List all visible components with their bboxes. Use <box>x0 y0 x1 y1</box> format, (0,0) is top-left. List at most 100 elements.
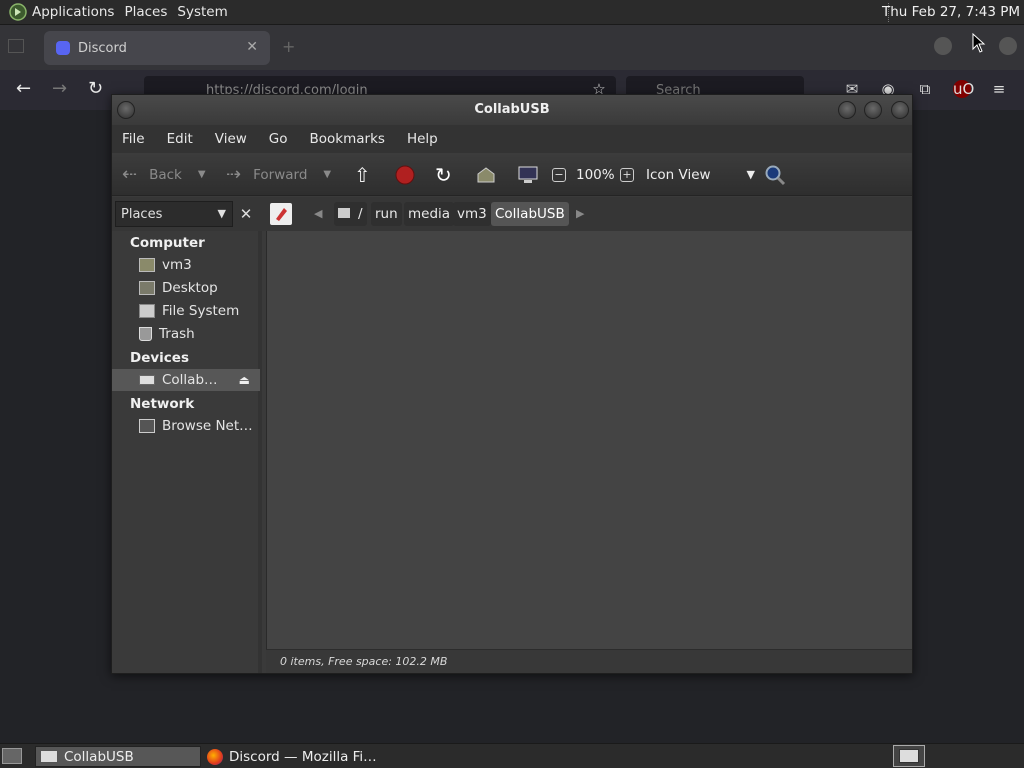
path-scroll-left-icon[interactable]: ◀ <box>314 202 322 226</box>
top-panel: Applications Places System Thu Feb 27, 7… <box>0 0 1024 25</box>
show-desktop-icon[interactable] <box>2 748 22 764</box>
minimize-window-icon[interactable] <box>838 101 856 119</box>
sidebar-heading-computer: Computer <box>130 235 205 251</box>
crumb-vm3[interactable]: vm3 <box>453 202 491 226</box>
sidebar-item-label: Desktop <box>162 280 218 296</box>
reload-icon[interactable]: ↻ <box>88 78 103 99</box>
home-icon[interactable] <box>476 153 496 196</box>
sidebar-item-browse-network[interactable]: Browse Net… <box>112 415 260 437</box>
toolbar: ⇠ Back ▼ ⇢ Forward ▼ ⇧ ↻ − 100% + Icon V… <box>112 153 912 196</box>
menu-bookmarks[interactable]: Bookmarks <box>310 131 385 147</box>
back-button[interactable]: ⇠ Back ▼ <box>122 153 206 196</box>
sidebar: Computer vm3 Desktop File System Trash D… <box>112 231 262 673</box>
eject-icon[interactable]: ⏏ <box>239 373 250 387</box>
task-label: CollabUSB <box>64 748 134 765</box>
sidebar-heading-devices: Devices <box>130 350 189 366</box>
workspace-thumbnail <box>899 749 919 763</box>
hamburger-menu-icon[interactable]: ≡ <box>990 80 1008 98</box>
edit-location-icon[interactable] <box>270 203 292 225</box>
sidebar-heading-network: Network <box>130 396 195 412</box>
file-manager-window: CollabUSB File Edit View Go Bookmarks He… <box>111 94 913 674</box>
window-titlebar[interactable]: CollabUSB <box>112 95 912 125</box>
filesystem-icon <box>139 304 155 318</box>
close-sidebar-icon[interactable]: ✕ <box>234 201 258 227</box>
tab-list-icon[interactable] <box>8 39 24 53</box>
forward-label: Forward <box>253 166 308 183</box>
minimize-icon[interactable] <box>934 37 952 55</box>
reload-icon[interactable]: ↻ <box>435 153 452 196</box>
bottom-panel: CollabUSB Discord — Mozilla Fi… <box>0 743 1024 768</box>
firefox-icon <box>207 748 223 765</box>
extensions-icon[interactable]: ⧉ <box>916 80 934 98</box>
clock[interactable]: Thu Feb 27, 7:43 PM <box>882 0 1020 25</box>
usb-drive-icon <box>40 750 58 763</box>
task-label: Discord — Mozilla Fi… <box>229 748 377 765</box>
sidebar-type-select[interactable]: Places ▼ <box>115 201 233 227</box>
menu-file[interactable]: File <box>122 131 145 147</box>
menubar: File Edit View Go Bookmarks Help <box>112 125 912 153</box>
zoom-out-icon[interactable]: − <box>552 153 566 196</box>
home-folder-icon <box>139 258 155 272</box>
computer-icon[interactable] <box>517 153 539 196</box>
firefox-tabbar: Discord ✕ + <box>0 25 1024 70</box>
system-menu[interactable]: System <box>177 4 237 20</box>
chevron-down-icon: ▼ <box>746 168 756 181</box>
view-mode-select[interactable]: Icon View ▼ <box>646 153 755 196</box>
zoom-in-icon[interactable]: + <box>620 153 634 196</box>
panel-menu: Applications Places System <box>0 0 238 24</box>
forward-dropdown-icon[interactable]: ▼ <box>323 169 331 180</box>
forward-button[interactable]: ⇢ Forward ▼ <box>226 153 331 196</box>
sidebar-item-label: Browse Net… <box>162 418 253 434</box>
menu-edit[interactable]: Edit <box>167 131 193 147</box>
ublock-icon[interactable]: uO <box>953 80 974 98</box>
up-arrow-icon[interactable]: ⇧ <box>354 153 371 196</box>
tab-title: Discord <box>78 40 127 56</box>
close-window-icon[interactable] <box>999 37 1017 55</box>
applications-menu[interactable]: Applications <box>32 4 124 20</box>
sidebar-item-label: Collab… <box>162 372 218 388</box>
view-mode-label: Icon View <box>646 166 711 183</box>
network-icon <box>139 419 155 433</box>
discord-favicon-icon <box>56 41 70 55</box>
menu-view[interactable]: View <box>215 131 247 147</box>
task-collabusb[interactable]: CollabUSB <box>35 746 201 767</box>
location-bar: Places ▼ ✕ ◀ / run media vm3 CollabUSB ▶ <box>112 197 912 231</box>
close-window-button-icon[interactable] <box>891 101 909 119</box>
stop-icon[interactable] <box>395 153 415 196</box>
crumb-run[interactable]: run <box>371 202 402 226</box>
crumb-collabusb[interactable]: CollabUSB <box>491 202 569 226</box>
sidebar-item-collabusb[interactable]: Collab… ⏏ <box>112 369 260 391</box>
places-menu[interactable]: Places <box>124 4 177 20</box>
workspace-switcher[interactable] <box>893 745 925 767</box>
menu-help[interactable]: Help <box>407 131 438 147</box>
crumb-root[interactable]: / <box>334 202 367 226</box>
search-icon[interactable] <box>764 153 786 196</box>
back-dropdown-icon[interactable]: ▼ <box>198 169 206 180</box>
back-label: Back <box>149 166 182 183</box>
crumb-media[interactable]: media <box>404 202 455 226</box>
window-title: CollabUSB <box>474 102 550 117</box>
sidebar-item-label: vm3 <box>162 257 192 273</box>
sidebar-item-trash[interactable]: Trash <box>112 323 260 345</box>
desktop-folder-icon <box>139 281 155 295</box>
menu-go[interactable]: Go <box>269 131 288 147</box>
sidebar-item-vm3[interactable]: vm3 <box>112 254 260 276</box>
maximize-window-icon[interactable] <box>864 101 882 119</box>
file-view[interactable] <box>266 231 912 649</box>
mouse-cursor-icon <box>972 33 986 53</box>
distro-logo-icon[interactable] <box>8 2 28 22</box>
close-tab-icon[interactable]: ✕ <box>246 39 258 55</box>
window-menu-icon[interactable] <box>117 101 135 119</box>
back-arrow-icon[interactable]: ← <box>16 78 31 99</box>
new-tab-icon[interactable]: + <box>282 37 295 56</box>
crumb-root-label: / <box>358 206 363 222</box>
chevron-down-icon: ▼ <box>217 207 226 220</box>
forward-icon: ⇢ <box>226 164 242 185</box>
sidebar-item-file-system[interactable]: File System <box>112 300 260 322</box>
forward-arrow-icon[interactable]: → <box>52 78 67 99</box>
path-scroll-right-icon[interactable]: ▶ <box>576 202 584 226</box>
sidebar-item-desktop[interactable]: Desktop <box>112 277 260 299</box>
drive-icon <box>338 208 350 218</box>
task-firefox[interactable]: Discord — Mozilla Fi… <box>203 746 383 767</box>
tab-discord[interactable]: Discord ✕ <box>44 31 270 65</box>
